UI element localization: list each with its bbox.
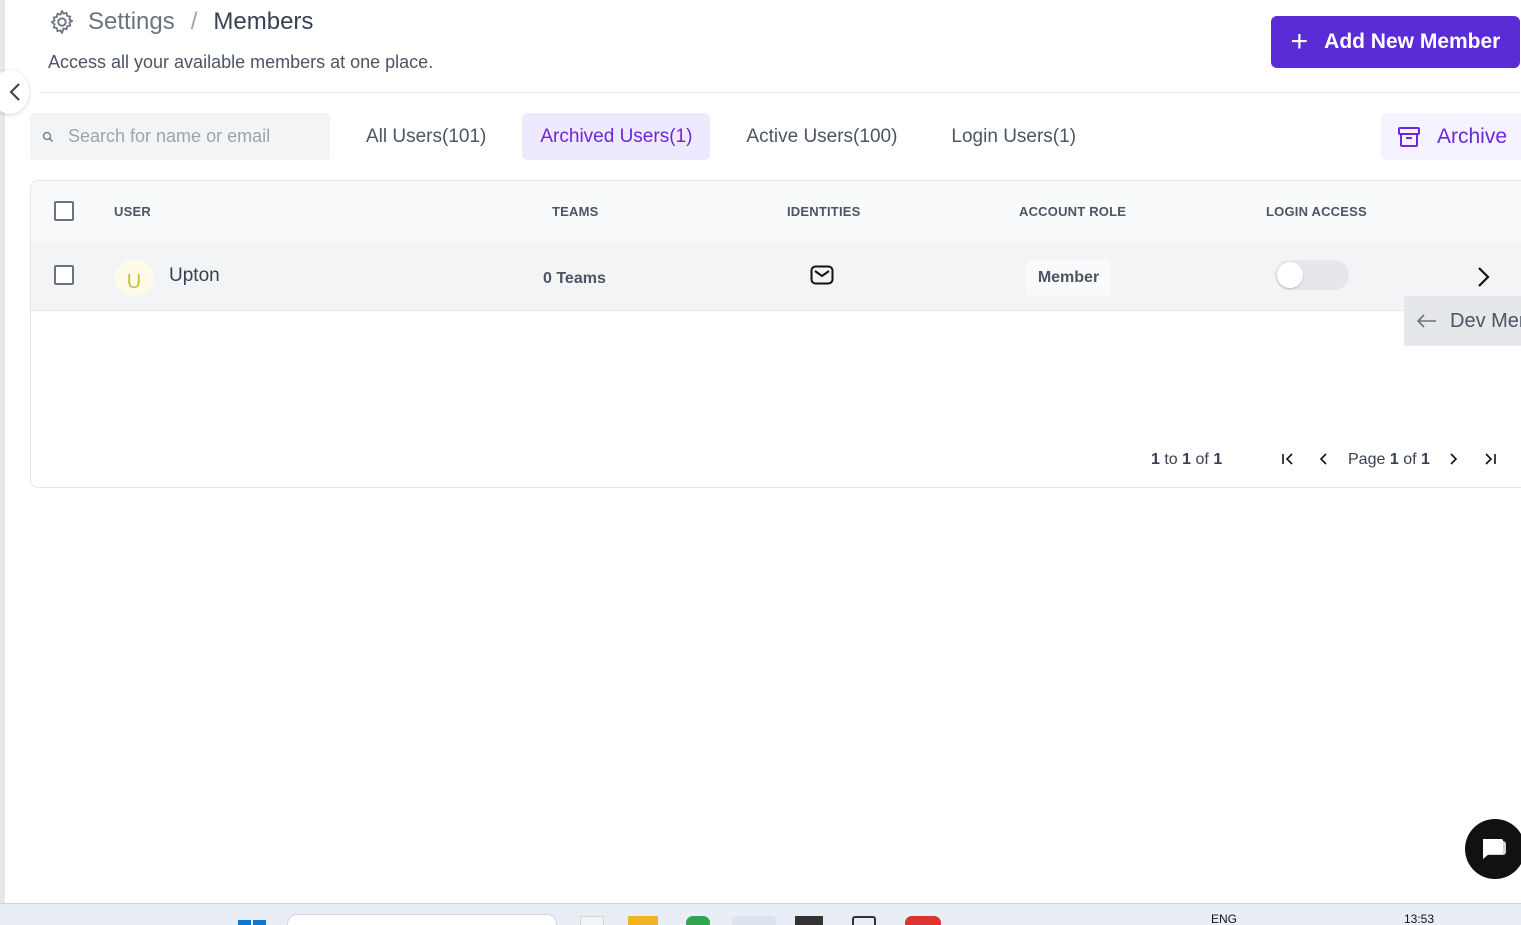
select-all-checkbox[interactable] (54, 201, 74, 221)
chat-support-button[interactable] (1465, 819, 1521, 879)
previous-page-icon[interactable] (1313, 449, 1333, 469)
archive-label: Archive (1437, 124, 1508, 148)
avatar: U (113, 259, 155, 297)
tab-active-users[interactable]: Active Users(100) (728, 113, 915, 160)
next-page-icon[interactable] (1444, 449, 1464, 469)
tab-archived-users[interactable]: Archived Users(1) (522, 113, 711, 160)
column-header-account-role: ACCOUNT ROLE (1019, 204, 1127, 219)
page-word: Page (1348, 451, 1386, 468)
breadcrumb-separator: / (190, 8, 198, 35)
add-new-member-button[interactable]: + Add New Member (1271, 16, 1520, 68)
first-page-icon[interactable] (1278, 449, 1298, 469)
page-title: Members (213, 8, 314, 35)
column-header-user: USER (114, 204, 151, 219)
page-current: 1 (1389, 451, 1399, 468)
pagination-range: 1 to 1 of 1 (1151, 451, 1222, 469)
range-total: 1 (1213, 451, 1223, 468)
add-new-member-label: Add New Member (1324, 30, 1501, 53)
pagination: 1 to 1 of 1 Page 1 of 1 (31, 441, 1521, 487)
sidebar-collapse-button[interactable] (0, 70, 29, 114)
dev-menu-button[interactable]: Dev Men (1404, 296, 1521, 346)
table-header: USER TEAMS IDENTITIES ACCOUNT ROLE LOGIN… (31, 181, 1521, 241)
archive-icon (1398, 126, 1420, 147)
page-header: Settings / Members (48, 8, 313, 36)
user-name: Upton (169, 265, 220, 286)
tab-login-users[interactable]: Login Users(1) (933, 113, 1094, 160)
account-role-badge: Member (1026, 260, 1111, 296)
search-input[interactable] (68, 126, 308, 147)
range-to: 1 (1182, 451, 1192, 468)
os-taskbar: ENG 13:53 (0, 903, 1521, 925)
language-indicator[interactable]: ENG (1211, 912, 1237, 925)
taskbar-app-icon[interactable] (686, 916, 710, 925)
breadcrumb: Settings / Members (48, 8, 313, 36)
archive-button[interactable]: Archive (1381, 113, 1521, 160)
chevron-left-icon (9, 83, 20, 101)
taskbar-app-icon[interactable] (852, 916, 876, 925)
header-divider (39, 92, 1520, 93)
chat-icon (1483, 839, 1506, 859)
arrow-left-icon (1416, 314, 1436, 328)
taskbar-app-icon[interactable] (795, 916, 823, 925)
browser-icon[interactable] (905, 916, 941, 925)
user-filter-tabs: All Users(101) Archived Users(1) Active … (348, 113, 1112, 160)
members-table: USER TEAMS IDENTITIES ACCOUNT ROLE LOGIN… (30, 180, 1521, 488)
chevron-right-icon[interactable] (1471, 263, 1495, 291)
toggle-knob (1277, 262, 1303, 288)
column-header-teams: TEAMS (552, 204, 599, 219)
browser-icon[interactable] (732, 916, 776, 925)
table-row[interactable]: U Upton 0 Teams Member (31, 241, 1521, 311)
page-subtitle: Access all your available members at one… (48, 52, 434, 72)
folder-icon[interactable] (628, 916, 658, 925)
windows-start-icon[interactable] (238, 918, 268, 925)
breadcrumb-settings[interactable]: Settings (88, 8, 175, 36)
taskbar-app-icon[interactable] (580, 916, 604, 925)
login-access-toggle[interactable] (1275, 260, 1349, 290)
page-total: 1 (1420, 451, 1430, 468)
column-header-identities: IDENTITIES (787, 204, 861, 219)
tab-all-users[interactable]: All Users(101) (348, 113, 504, 160)
mail-icon (810, 265, 834, 285)
last-page-icon[interactable] (1480, 449, 1500, 469)
page-of-word: of (1403, 451, 1417, 468)
range-of-word: of (1195, 451, 1209, 468)
plus-icon: + (1290, 25, 1309, 58)
search-icon (42, 131, 53, 142)
members-page: Settings / Members Access all your avail… (0, 0, 1521, 903)
gear-icon (48, 8, 76, 36)
teams-count: 0 Teams (543, 270, 606, 287)
clock[interactable]: 13:53 (1404, 912, 1434, 925)
dev-menu-label: Dev Men (1450, 309, 1521, 332)
row-checkbox[interactable] (54, 265, 74, 285)
taskbar-search[interactable] (287, 914, 557, 925)
search-box[interactable] (30, 113, 330, 160)
range-to-word: to (1164, 451, 1178, 468)
column-header-login-access: LOGIN ACCESS (1266, 204, 1367, 219)
page-indicator: Page 1 of 1 (1348, 451, 1430, 469)
range-from: 1 (1151, 451, 1160, 468)
